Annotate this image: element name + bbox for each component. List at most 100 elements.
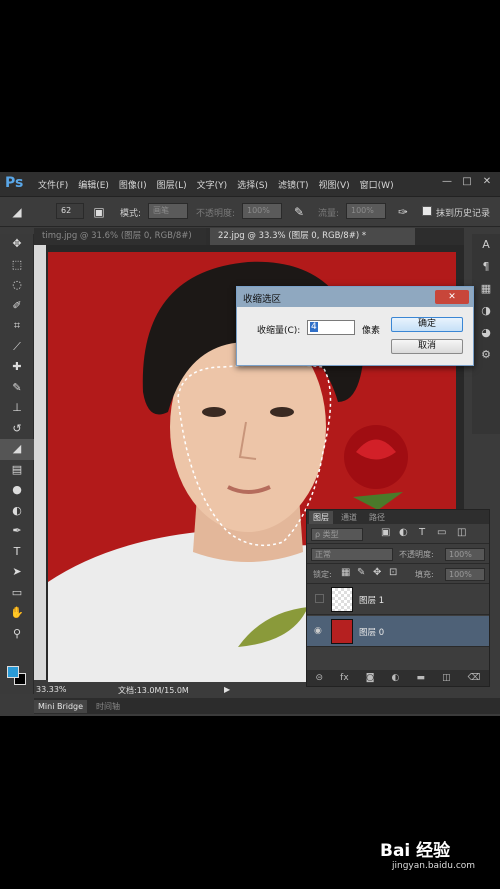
contract-amount-input[interactable]: 4 — [307, 320, 355, 335]
tools-panel: ✥ ⬚ ◌ ✐ ⌗ ⟋ ✚ ✎ ⊥ ↺ ◢ ▤ ● ◐ ✒ T ➤ ▭ ✋ ⚲ — [0, 234, 34, 694]
lock-transparent-icon[interactable]: ▦ — [341, 567, 350, 578]
gradient-tool-icon[interactable]: ▤ — [0, 460, 34, 481]
eraser-tool-icon-active[interactable]: ◢ — [0, 439, 34, 460]
link-icon[interactable]: ⊝ — [316, 673, 324, 683]
menu-layer[interactable]: 图层(L) — [157, 178, 187, 191]
dialog-body: 收缩量(C): 4 像素 确定 取消 — [237, 307, 473, 365]
fill-input[interactable]: 100% — [445, 568, 485, 581]
pen-tool-icon[interactable]: ✒ — [0, 521, 34, 542]
ps-logo: Ps — [5, 175, 24, 191]
swatches-panel-icon[interactable]: ▦ — [472, 278, 500, 300]
tab-channels[interactable]: 通道 — [337, 511, 361, 524]
stamp-tool-icon[interactable]: ⊥ — [0, 398, 34, 419]
tab-timg[interactable]: timg.jpg @ 31.6% (图层 0, RGB/8#) — [34, 228, 206, 245]
path-select-tool-icon[interactable]: ➤ — [0, 562, 34, 583]
type-tool-icon[interactable]: T — [0, 542, 34, 563]
tab-22jpg[interactable]: 22.jpg @ 33.3% (图层 0, RGB/8#) * — [210, 228, 415, 245]
filter-adjust-icon[interactable]: ◐ — [399, 527, 408, 538]
brush-tool-icon[interactable]: ✎ — [0, 378, 34, 399]
layers-panel: 图层 通道 路径 ρ 类型 ▣ ◐ T ▭ ◫ 正常 不透明度: 100% 锁定… — [306, 509, 490, 687]
properties-panel-icon[interactable]: ⚙ — [472, 344, 500, 366]
filter-shape-icon[interactable]: ▭ — [437, 527, 446, 538]
cancel-button[interactable]: 取消 — [391, 339, 463, 354]
airbrush-pressure-icon[interactable]: ✎ — [290, 203, 308, 221]
menu-file[interactable]: 文件(F) — [38, 178, 68, 191]
filter-type-icon[interactable]: T — [419, 527, 425, 538]
lock-move-icon[interactable]: ✥ — [373, 567, 381, 578]
fx-icon[interactable]: fx — [340, 673, 349, 683]
menu-image[interactable]: 图像(I) — [119, 178, 147, 191]
styles-panel-icon[interactable]: ◕ — [472, 322, 500, 344]
close-icon[interactable]: ✕ — [480, 176, 494, 188]
zoom-tool-icon[interactable]: ⚲ — [0, 624, 34, 645]
flow-input[interactable]: 100% — [346, 203, 386, 219]
quick-select-tool-icon[interactable]: ✐ — [0, 296, 34, 317]
layer-row-0[interactable]: ◉ 图层 0 — [307, 616, 489, 647]
filter-smart-icon[interactable]: ◫ — [457, 527, 466, 538]
mode-select[interactable]: 画笔 — [148, 203, 188, 219]
bottom-panel-tabs: Mini Bridge 时间轴 — [34, 698, 500, 714]
move-tool-icon[interactable]: ✥ — [0, 234, 34, 255]
hand-tool-icon[interactable]: ✋ — [0, 603, 34, 624]
minimize-icon[interactable]: — — [440, 176, 454, 188]
zoom-level[interactable]: 33.33% — [36, 685, 67, 694]
lock-paint-icon[interactable]: ✎ — [357, 567, 365, 578]
crop-tool-icon[interactable]: ⌗ — [0, 316, 34, 337]
adjustments-panel-icon[interactable]: ◑ — [472, 300, 500, 322]
erase-to-history-label: 抹到历史记录 — [436, 209, 491, 219]
lasso-tool-icon[interactable]: ◌ — [0, 275, 34, 296]
menu-view[interactable]: 视图(V) — [318, 178, 349, 191]
eraser-tool-icon[interactable]: ◢ — [8, 203, 26, 221]
blur-tool-icon[interactable]: ● — [0, 480, 34, 501]
layer-opacity-input[interactable]: 100% — [445, 548, 485, 561]
menu-edit[interactable]: 编辑(E) — [78, 178, 109, 191]
mask-icon[interactable]: ◙ — [366, 673, 375, 683]
status-arrow-icon[interactable]: ▶ — [224, 685, 230, 694]
filter-pixel-icon[interactable]: ▣ — [381, 527, 390, 538]
maximize-icon[interactable]: □ — [460, 176, 474, 188]
layer-row-1[interactable]: 图层 1 — [307, 584, 489, 615]
foreground-color-swatch[interactable] — [7, 666, 19, 678]
marquee-tool-icon[interactable]: ⬚ — [0, 255, 34, 276]
menu-window[interactable]: 窗口(W) — [360, 178, 394, 191]
brush-panel-icon[interactable]: ▣ — [90, 203, 108, 221]
dialog-titlebar[interactable]: 收缩选区 ✕ — [237, 287, 473, 307]
shape-tool-icon[interactable]: ▭ — [0, 583, 34, 604]
tab-paths[interactable]: 路径 — [365, 511, 389, 524]
healing-tool-icon[interactable]: ✚ — [0, 357, 34, 378]
character-panel-icon[interactable]: A — [472, 234, 500, 256]
opacity-input[interactable]: 100% — [242, 203, 282, 219]
brush-size-preset[interactable]: 62 — [56, 203, 84, 219]
tab-timeline[interactable]: 时间轴 — [92, 700, 124, 713]
eye-icon[interactable]: ◉ — [314, 626, 324, 636]
erase-to-history-checkbox[interactable] — [422, 206, 432, 216]
menu-type[interactable]: 文字(Y) — [197, 178, 228, 191]
new-layer-icon[interactable]: ◫ — [442, 673, 451, 683]
tab-mini-bridge[interactable]: Mini Bridge — [34, 700, 88, 713]
panel-icon-strip: A ¶ ▦ ◑ ◕ ⚙ — [472, 234, 500, 434]
blend-mode-select[interactable]: 正常 — [311, 548, 393, 561]
menu-bar: Ps 文件(F) 编辑(E) 图像(I) 图层(L) 文字(Y) 选择(S) 滤… — [0, 172, 500, 197]
unit-label: 像素 — [362, 326, 381, 336]
contract-selection-dialog: 收缩选区 ✕ 收缩量(C): 4 像素 确定 取消 — [236, 286, 474, 366]
folder-icon[interactable]: ▬ — [416, 673, 425, 683]
adjustment-icon[interactable]: ◐ — [392, 673, 400, 683]
menu-select[interactable]: 选择(S) — [237, 178, 268, 191]
flow-label: 流量: — [318, 209, 340, 219]
layer-visibility-toggle[interactable] — [315, 594, 324, 603]
baidu-jingyan-watermark: Bai 经验 jingyan.baidu.com — [380, 836, 490, 876]
eyedropper-tool-icon[interactable]: ⟋ — [0, 337, 34, 358]
ok-button[interactable]: 确定 — [391, 317, 463, 332]
layer-opacity-label: 不透明度: — [399, 550, 434, 559]
photoshop-window: Ps 文件(F) 编辑(E) 图像(I) 图层(L) 文字(Y) 选择(S) 滤… — [0, 172, 500, 716]
history-brush-tool-icon[interactable]: ↺ — [0, 419, 34, 440]
lock-all-icon[interactable]: ⊡ — [389, 567, 397, 578]
dialog-close-button[interactable]: ✕ — [435, 290, 469, 304]
layer-kind-filter[interactable]: ρ 类型 — [311, 528, 363, 541]
dodge-tool-icon[interactable]: ◐ — [0, 501, 34, 522]
tab-layers[interactable]: 图层 — [309, 511, 333, 524]
airbrush-icon[interactable]: ✑ — [394, 203, 412, 221]
menu-filter[interactable]: 滤镜(T) — [278, 178, 309, 191]
trash-icon[interactable]: ⌫ — [468, 673, 481, 683]
paragraph-panel-icon[interactable]: ¶ — [472, 256, 500, 278]
